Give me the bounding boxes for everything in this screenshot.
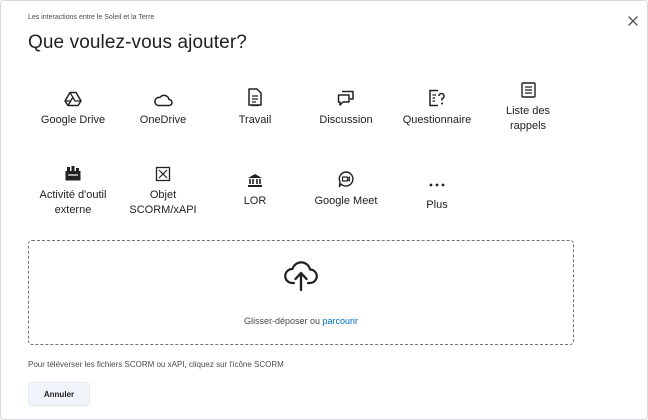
tile-objet-scorm-xapi[interactable]: Objet SCORM/xAPI [115,160,211,220]
tile-questionnaire[interactable]: Questionnaire [389,85,485,145]
tile-label: Questionnaire [402,114,472,126]
tile-label: LOR [243,195,267,207]
tile-google-drive[interactable]: Google Drive [25,85,121,145]
scorm-icon [155,160,171,182]
external-tool-icon [64,160,82,182]
tile-label: Discussion [319,114,373,126]
upload-icon [284,261,318,292]
tile-label: Google Drive [40,114,106,126]
cancel-button[interactable]: Annuler [28,382,90,406]
dialog-title: Que voulez-vous ajouter? [28,32,247,53]
assignment-icon [247,85,263,107]
breadcrumb: Les interactions entre le Soleil et la T… [28,14,155,21]
more-icon [429,166,445,188]
tile-label: Travail [238,114,272,126]
drop-instructions: Glisser-déposer ou parcourir [29,316,573,326]
google-drive-icon [64,85,82,107]
tile-lor[interactable]: LOR [207,166,303,226]
lor-icon [247,166,263,188]
browse-link[interactable]: parcourir [323,316,359,326]
file-drop-zone[interactable]: Glisser-déposer ou parcourir [28,240,574,345]
tile-label: Google Meet [314,195,378,207]
add-content-dialog: Les interactions entre le Soleil et la T… [0,0,648,420]
quiz-icon [428,85,446,107]
tile-onedrive[interactable]: OneDrive [115,85,211,145]
tile-liste-des-rappels[interactable]: Liste des rappels [480,76,576,136]
tile-label: OneDrive [139,114,187,126]
tile-discussion[interactable]: Discussion [298,85,394,145]
tile-travail[interactable]: Travail [207,85,303,145]
tile-google-meet[interactable]: Google Meet [298,166,394,226]
tile-plus[interactable]: Plus [389,166,485,226]
tile-label: Plus [426,199,448,211]
tile-activite-outil-externe[interactable]: Activité d'outil externe [25,160,121,220]
close-icon[interactable] [627,15,639,27]
tile-label: Liste des rappels [505,105,551,132]
scorm-note: Pour téléverser les fichiers SCORM ou xA… [28,360,284,369]
discussion-icon [337,85,355,107]
onedrive-icon [153,85,173,107]
tile-label: Activité d'outil externe [39,189,107,216]
checklist-icon [520,76,536,98]
drop-text: Glisser-déposer ou [243,316,320,326]
google-meet-icon [337,166,355,188]
tile-label: Objet SCORM/xAPI [129,189,197,216]
